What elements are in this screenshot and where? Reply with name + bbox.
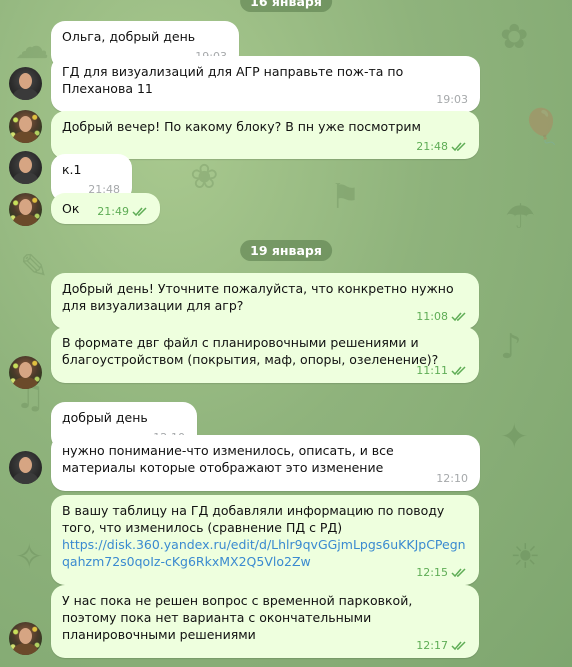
double-check-icon	[451, 641, 466, 651]
message-bubble[interactable]: В формате двг файл с планировочными реше…	[51, 327, 479, 383]
message-bubble[interactable]: Ок 21:49	[51, 193, 160, 224]
message-text: нужно понимание-что изменилось, описать,…	[62, 443, 394, 475]
avatar[interactable]	[9, 151, 42, 184]
disk-link[interactable]: https://disk.360.yandex.ru/edit/d/Lhlr9q…	[62, 536, 467, 570]
message-text: В формате двг файл с планировочными реше…	[62, 335, 439, 367]
date-separator: 19 января	[240, 240, 332, 261]
message-bubble[interactable]: нужно понимание-что изменилось, описать,…	[51, 435, 480, 491]
message-text: Ок	[62, 201, 80, 216]
avatar[interactable]	[9, 356, 42, 389]
message-text: Ольга, добрый день	[62, 29, 196, 44]
avatar[interactable]	[9, 110, 42, 143]
avatar[interactable]	[9, 622, 42, 655]
message-text: Добрый вечер! По какому блоку? В пн уже …	[62, 119, 421, 134]
avatar[interactable]	[9, 67, 42, 100]
double-check-icon	[451, 142, 466, 152]
message-bubble[interactable]: У нас пока не решен вопрос с временной п…	[51, 585, 479, 658]
message-text: Добрый день! Уточните пожалуйста, что ко…	[62, 281, 454, 313]
double-check-icon	[451, 568, 466, 578]
message-text: У нас пока не решен вопрос с временной п…	[62, 593, 413, 642]
avatar[interactable]	[9, 193, 42, 226]
double-check-icon	[451, 366, 466, 376]
double-check-icon	[132, 207, 147, 217]
message-text: добрый день	[62, 410, 148, 425]
avatar[interactable]	[9, 451, 42, 484]
message-time: 21:48	[416, 141, 467, 153]
message-bubble[interactable]: Добрый вечер! По какому блоку? В пн уже …	[51, 111, 479, 159]
double-check-icon	[451, 312, 466, 322]
message-text: В вашу таблицу на ГД добавляли информаци…	[62, 503, 445, 535]
message-time: 21:49	[97, 206, 148, 218]
message-text: ГД для визуализаций для АГР направьте по…	[62, 64, 404, 96]
message-bubble[interactable]: ГД для визуализаций для АГР направьте по…	[51, 56, 480, 112]
message-bubble[interactable]: В вашу таблицу на ГД добавляли информаци…	[51, 495, 479, 585]
message-text: к.1	[62, 162, 82, 177]
date-separator-top: 16 января	[240, 0, 332, 12]
message-bubble[interactable]: Добрый день! Уточните пожалуйста, что ко…	[51, 273, 479, 329]
